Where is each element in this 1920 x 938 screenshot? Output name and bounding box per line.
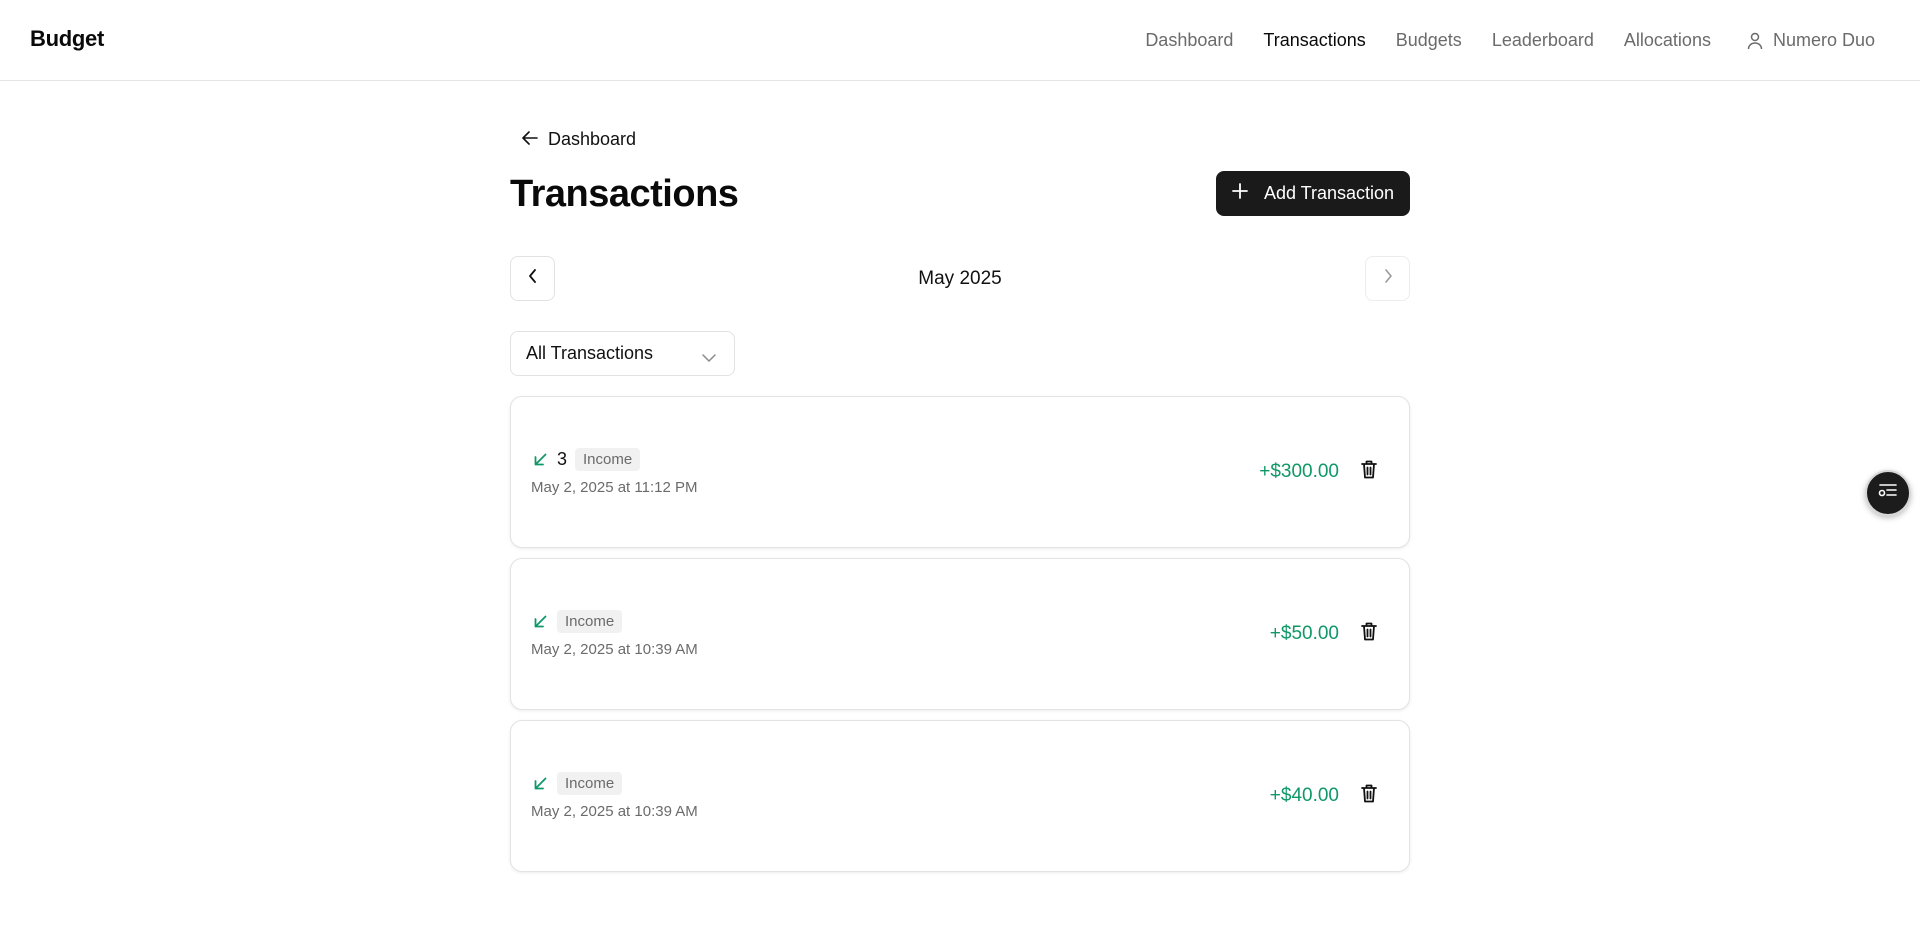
top-nav-bar: Budget Dashboard Transactions Budgets Le… bbox=[0, 0, 1920, 81]
transaction-date: May 2, 2025 at 10:39 AM bbox=[531, 803, 698, 820]
transaction-card: 3 Income May 2, 2025 at 11:12 PM +$300.0… bbox=[510, 396, 1410, 548]
delete-transaction-button[interactable] bbox=[1359, 784, 1379, 808]
chevron-down-icon bbox=[702, 347, 716, 368]
add-transaction-button[interactable]: Add Transaction bbox=[1216, 171, 1410, 216]
current-month-label: May 2025 bbox=[918, 268, 1002, 289]
arrow-down-left-icon bbox=[531, 453, 549, 466]
arrow-left-icon bbox=[522, 129, 538, 150]
transaction-type-select[interactable]: All Transactions bbox=[510, 331, 735, 376]
list-settings-icon bbox=[1877, 482, 1899, 505]
transaction-card: Income May 2, 2025 at 10:39 AM +$50.00 bbox=[510, 558, 1410, 710]
transaction-amount: +$300.00 bbox=[1259, 461, 1339, 482]
user-name: Numero Duo bbox=[1772, 30, 1875, 50]
delete-transaction-button[interactable] bbox=[1359, 460, 1379, 484]
arrow-down-left-icon bbox=[531, 615, 549, 628]
transaction-list: 3 Income May 2, 2025 at 11:12 PM +$300.0… bbox=[510, 396, 1410, 882]
transaction-date: May 2, 2025 at 11:12 PM bbox=[531, 479, 698, 496]
user-icon bbox=[1747, 32, 1763, 50]
category-badge: Income bbox=[557, 609, 623, 633]
nav-item-transactions[interactable]: Transactions bbox=[1263, 30, 1365, 51]
plus-icon bbox=[1232, 183, 1248, 204]
brand-logo[interactable]: Budget bbox=[30, 26, 104, 52]
month-navigator: May 2025 bbox=[510, 256, 1410, 301]
nav-item-leaderboard[interactable]: Leaderboard bbox=[1492, 30, 1594, 51]
trash-icon bbox=[1361, 460, 1377, 484]
add-transaction-label: Add Transaction bbox=[1263, 183, 1395, 203]
back-link-label: Dashboard bbox=[548, 129, 637, 149]
user-menu[interactable]: Numero Duo bbox=[1747, 30, 1875, 51]
next-month-button[interactable] bbox=[1365, 256, 1410, 301]
floating-menu-button[interactable] bbox=[1865, 470, 1911, 516]
transaction-amount: +$50.00 bbox=[1269, 623, 1339, 644]
category-badge: Income bbox=[575, 447, 641, 471]
transaction-card: Income May 2, 2025 at 10:39 AM +$40.00 bbox=[510, 720, 1410, 872]
trash-icon bbox=[1361, 622, 1377, 646]
main-nav: Dashboard Transactions Budgets Leaderboa… bbox=[1145, 0, 1875, 81]
transaction-type-selected: All Transactions bbox=[526, 343, 654, 363]
transaction-amount: +$40.00 bbox=[1269, 785, 1339, 806]
back-to-dashboard-link[interactable]: Dashboard bbox=[522, 129, 636, 150]
transaction-date: May 2, 2025 at 10:39 AM bbox=[531, 641, 698, 658]
page-title: Transactions bbox=[510, 173, 739, 215]
nav-item-dashboard[interactable]: Dashboard bbox=[1145, 30, 1233, 51]
arrow-down-left-icon bbox=[531, 777, 549, 790]
category-badge: Income bbox=[557, 771, 623, 795]
nav-item-budgets[interactable]: Budgets bbox=[1396, 30, 1462, 51]
nav-item-allocations[interactable]: Allocations bbox=[1624, 30, 1711, 51]
chevron-right-icon bbox=[1383, 269, 1393, 288]
delete-transaction-button[interactable] bbox=[1359, 622, 1379, 646]
transaction-description: 3 bbox=[557, 448, 568, 469]
trash-icon bbox=[1361, 784, 1377, 808]
